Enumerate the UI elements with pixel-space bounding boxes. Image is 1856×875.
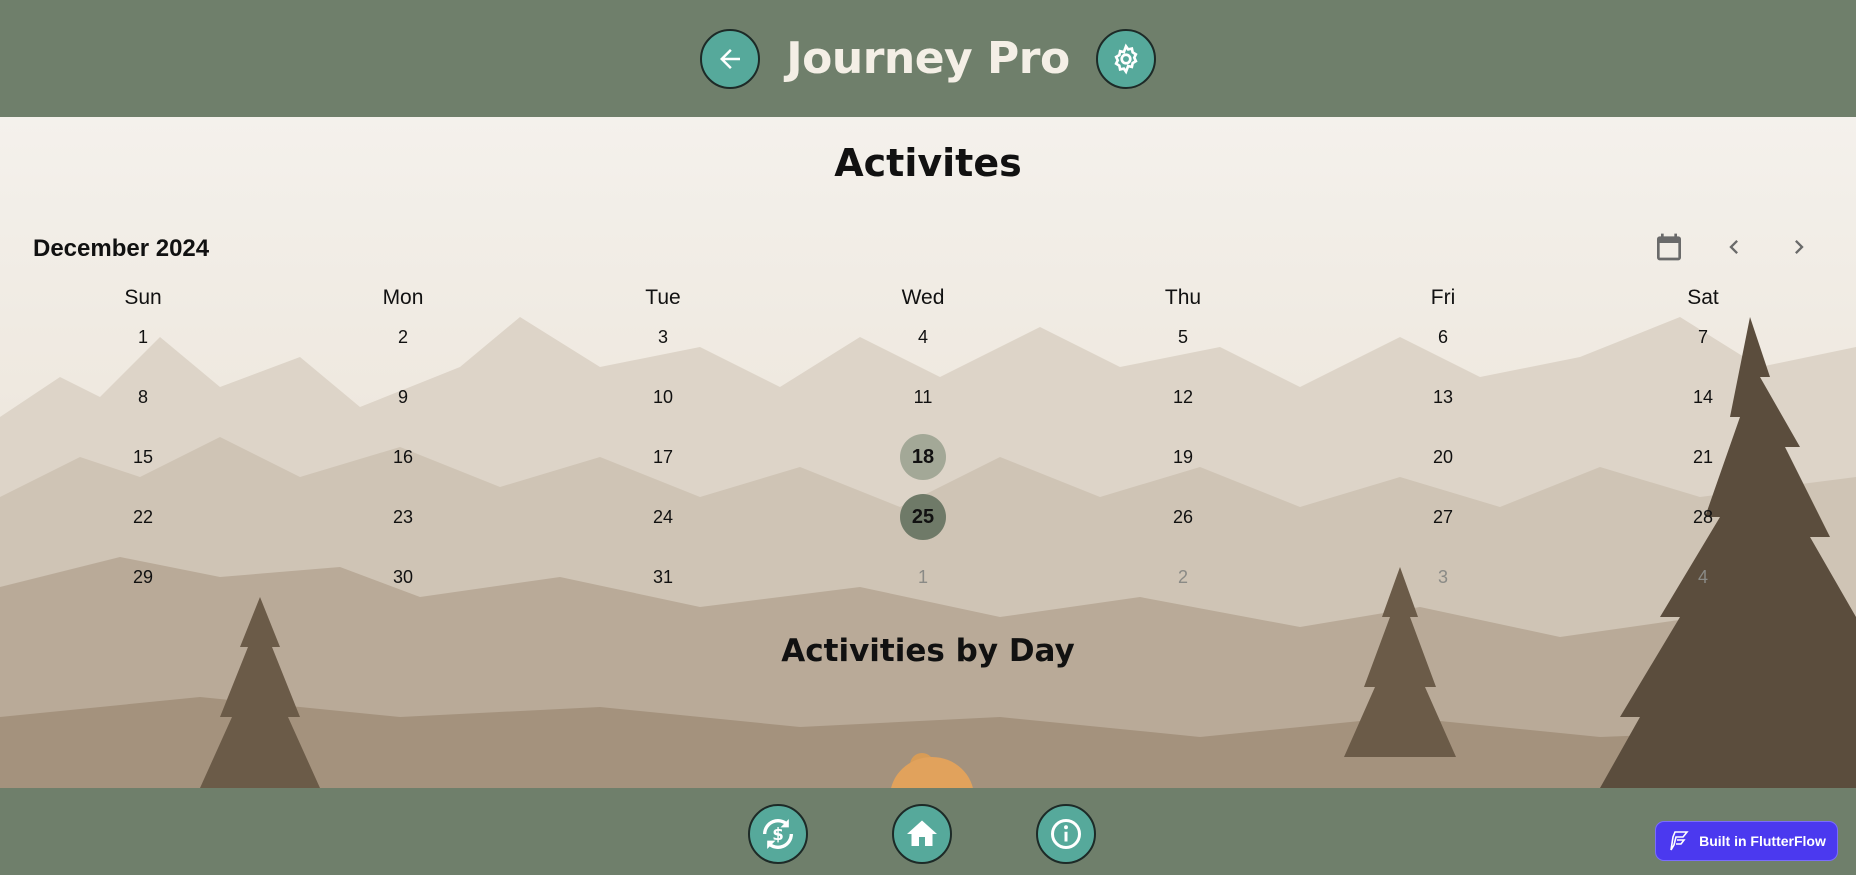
calendar-day[interactable]: 10 (640, 374, 686, 420)
calendar-day[interactable]: 26 (1160, 494, 1206, 540)
calendar-day[interactable]: 11 (900, 374, 946, 420)
bottom-nav-bar: $ (0, 788, 1856, 875)
chevron-left-icon (1729, 240, 1738, 254)
calendar-day-selected[interactable]: 18 (900, 434, 946, 480)
sync-button[interactable]: $ (748, 804, 808, 864)
top-app-bar: Journey Pro (0, 0, 1856, 117)
built-in-flutterflow-badge[interactable]: Built in FlutterFlow (1655, 821, 1838, 861)
calendar-picker-button[interactable] (1653, 230, 1685, 269)
flutterflow-logo-icon (1670, 831, 1689, 851)
calendar-day-next-month[interactable]: 1 (900, 554, 946, 600)
calendar-day-today[interactable]: 25 (900, 494, 946, 540)
arrow-left-icon (720, 48, 741, 69)
calendar-day[interactable]: 6 (1420, 314, 1466, 360)
back-button[interactable] (700, 28, 761, 89)
calendar-day[interactable]: 7 (1680, 314, 1726, 360)
weekday-fri: Fri (1430, 286, 1456, 309)
calendar-day-next-month[interactable]: 2 (1160, 554, 1206, 600)
app-title: Journey Pro (786, 33, 1070, 84)
gear-icon (1114, 42, 1138, 75)
calendar-day[interactable]: 4 (900, 314, 946, 360)
calendar-day[interactable]: 5 (1160, 314, 1206, 360)
weekday-sat: Sat (1687, 286, 1719, 309)
calendar-day[interactable]: 30 (380, 554, 426, 600)
calendar-day[interactable]: 1 (120, 314, 166, 360)
calendar-day[interactable]: 27 (1420, 494, 1466, 540)
activities-by-day-heading: Activities by Day (781, 633, 1075, 669)
calendar-day[interactable]: 9 (380, 374, 426, 420)
calendar-icon (1657, 233, 1681, 261)
calendar-day[interactable]: 16 (380, 434, 426, 480)
sync-dollar-icon: $ (763, 819, 793, 849)
info-icon (1051, 819, 1081, 849)
svg-text:$: $ (772, 825, 784, 844)
calendar-day[interactable]: 28 (1680, 494, 1726, 540)
calendar-day[interactable]: 23 (380, 494, 426, 540)
weekday-tue: Tue (645, 286, 681, 309)
calendar-day-next-month[interactable]: 4 (1680, 554, 1726, 600)
chevron-right-icon (1795, 240, 1804, 254)
weekday-wed: Wed (901, 286, 945, 309)
home-button[interactable] (892, 804, 952, 864)
calendar-day[interactable]: 2 (380, 314, 426, 360)
calendar-day[interactable]: 3 (640, 314, 686, 360)
calendar-day[interactable]: 12 (1160, 374, 1206, 420)
calendar-day[interactable]: 13 (1420, 374, 1466, 420)
calendar-day[interactable]: 17 (640, 434, 686, 480)
calendar-day[interactable]: 8 (120, 374, 166, 420)
calendar-day[interactable]: 20 (1420, 434, 1466, 480)
calendar-day-next-month[interactable]: 3 (1420, 554, 1466, 600)
calendar-day[interactable]: 24 (640, 494, 686, 540)
badge-label: Built in FlutterFlow (1699, 833, 1826, 849)
weekday-thu: Thu (1164, 286, 1202, 309)
previous-month-button[interactable] (1720, 233, 1748, 266)
calendar-day[interactable]: 31 (640, 554, 686, 600)
home-icon (907, 820, 937, 846)
calendar-day[interactable]: 22 (120, 494, 166, 540)
page-title: Activites (834, 141, 1022, 185)
calendar-day[interactable]: 15 (120, 434, 166, 480)
info-button[interactable] (1036, 804, 1096, 864)
calendar-month-label: December 2024 (33, 235, 210, 262)
calendar-day[interactable]: 21 (1680, 434, 1726, 480)
next-month-button[interactable] (1785, 233, 1813, 266)
calendar-day[interactable]: 19 (1160, 434, 1206, 480)
settings-button[interactable] (1095, 28, 1156, 89)
main-content[interactable]: Activites December 2024 Sun Mon Tue Wed … (0, 117, 1856, 788)
calendar-day[interactable]: 29 (120, 554, 166, 600)
calendar-day[interactable]: 14 (1680, 374, 1726, 420)
weekday-mon: Mon (382, 286, 424, 309)
weekday-sun: Sun (124, 286, 162, 309)
